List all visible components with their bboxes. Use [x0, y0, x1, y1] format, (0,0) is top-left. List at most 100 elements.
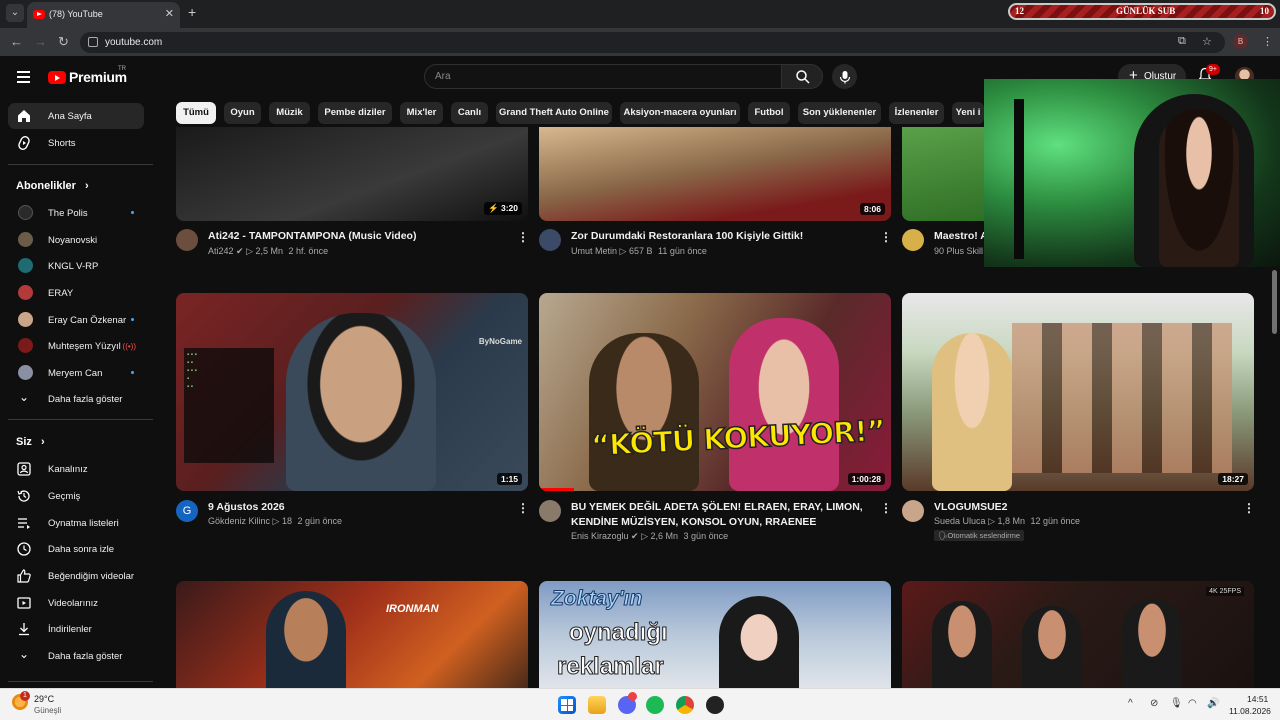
channel-name[interactable]: Umut Metin [571, 246, 617, 256]
obs-icon[interactable] [706, 696, 724, 714]
video-menu-icon[interactable]: ⋮ [517, 230, 529, 244]
channel-name[interactable]: Enis Kirazoglu [571, 531, 629, 541]
chip-soap-operas[interactable]: Pembe diziler [318, 102, 392, 124]
chip-recently-uploaded[interactable]: Son yüklenenler [798, 102, 881, 124]
search-input[interactable]: Ara [424, 64, 782, 89]
search-button[interactable] [781, 64, 823, 89]
sidebar-sub-noyanovski[interactable]: Noyanovski [8, 227, 144, 253]
weather-temperature[interactable]: 29°C [34, 694, 54, 704]
volume-icon[interactable]: 🔊 [1207, 698, 1219, 709]
site-info-icon[interactable] [88, 37, 98, 47]
channel-avatar[interactable]: G [176, 500, 198, 522]
browser-menu-icon[interactable]: ⋮ [1262, 35, 1273, 48]
chip-gta-online[interactable]: Grand Theft Auto Online [496, 102, 612, 124]
sidebar-item-playlists[interactable]: Oynatma listeleri [8, 510, 144, 536]
sidebar-item-watch-later[interactable]: Daha sonra izle [8, 536, 144, 562]
tab-search-button[interactable]: ⌄ [6, 4, 24, 22]
sidebar-item-shorts[interactable]: Shorts [8, 130, 144, 156]
sidebar-item-label: ERAY [48, 288, 74, 299]
video-thumbnail[interactable]: 4K 25FPS [902, 581, 1254, 688]
microphone-tray-icon[interactable]: 🎙 [1170, 698, 1183, 709]
video-thumbnail[interactable]: 8:06 [539, 127, 891, 221]
chip-all[interactable]: Tümü [176, 102, 216, 124]
windows-start-icon[interactable] [558, 696, 576, 714]
tab-title: (78) YouTube [49, 9, 103, 19]
video-thumbnail[interactable]: Zoktay'ın oynadığı reklamlar [539, 581, 891, 688]
chip-new[interactable]: Yeni i [952, 102, 984, 124]
chip-live[interactable]: Canlı [451, 102, 488, 124]
tray-overflow-icon[interactable]: ^ [1128, 698, 1133, 709]
chip-games[interactable]: Oyun [224, 102, 261, 124]
sidebar-subs-show-more[interactable]: ⌄ Daha fazla göster [8, 386, 144, 412]
chip-football[interactable]: Futbol [748, 102, 790, 124]
guide-menu-icon[interactable] [17, 71, 30, 86]
sidebar-sub-eray-can-ozkenar[interactable]: Eray Can Özkenar [8, 307, 144, 333]
video-menu-icon[interactable]: ⋮ [880, 230, 892, 244]
video-menu-icon[interactable]: ⋮ [880, 501, 892, 515]
page-scrollbar[interactable] [1272, 270, 1277, 334]
reload-icon[interactable]: ↻ [58, 34, 69, 50]
sidebar-item-your-videos[interactable]: Videolarınız [8, 590, 144, 616]
channel-avatar[interactable] [176, 229, 198, 251]
channel-avatar[interactable] [902, 229, 924, 251]
you-header[interactable]: Siz › [16, 436, 45, 448]
video-title[interactable]: Zor Durumdaki Restoranlara 100 Kişiyle G… [571, 229, 871, 244]
video-icon [17, 597, 31, 609]
browser-profile-avatar[interactable]: B [1233, 34, 1248, 49]
sidebar-item-your-channel[interactable]: Kanalınız [8, 456, 144, 482]
channel-avatar[interactable] [539, 500, 561, 522]
shorts-icon: ⚡ [488, 203, 501, 213]
sidebar-sub-muhtesem-yuzyil[interactable]: Muhteşem Yüzyıl ((•)) [8, 333, 144, 359]
video-title[interactable]: Maestro! A [934, 229, 984, 244]
bookmark-star-icon[interactable]: ☆ [1202, 35, 1212, 48]
channel-name[interactable]: Sueda Ulucа [934, 516, 986, 526]
video-duration: 1:15 [496, 473, 522, 485]
video-title[interactable]: BU YEMEK DEĞİL ADETA ŞÖLEN! ELRAEN, ERAY… [571, 500, 871, 530]
voice-search-button[interactable] [832, 64, 857, 89]
video-thumbnail[interactable] [902, 127, 984, 221]
subscriptions-header[interactable]: Abonelikler › [16, 180, 89, 192]
file-explorer-icon[interactable] [588, 696, 606, 714]
close-tab-icon[interactable]: ✕ [165, 7, 174, 20]
video-thumbnail[interactable]: IRONMAN [176, 581, 528, 688]
video-title[interactable]: Ati242 - TAMPONTAMPONA (Music Video) [208, 229, 508, 244]
video-thumbnail[interactable]: ▪ ▪ ▪ ▪ ▪ ▪ ▪ ▪ ▪ ▪ ▪ ByNoGame 1:15 [176, 293, 528, 491]
browser-tab[interactable]: (78) YouTube ✕ [27, 2, 180, 28]
video-menu-icon[interactable]: ⋮ [517, 501, 529, 515]
channel-name[interactable]: Ati242 [208, 246, 234, 256]
channel-avatar[interactable] [902, 500, 924, 522]
sidebar-sub-meryem-can[interactable]: Meryem Can [8, 360, 144, 386]
channel-avatar[interactable] [539, 229, 561, 251]
install-app-icon[interactable]: ⧉ [1178, 35, 1186, 48]
video-thumbnail[interactable]: 18:27 [902, 293, 1254, 491]
back-icon[interactable]: ← [10, 34, 23, 49]
new-tab-button[interactable]: + [188, 4, 196, 20]
spotify-icon[interactable] [646, 696, 664, 714]
sidebar-divider [8, 419, 153, 420]
video-title[interactable]: VLOGUMSUE2 [934, 500, 1234, 515]
video-menu-icon[interactable]: ⋮ [1243, 501, 1255, 515]
sidebar-item-downloads[interactable]: İndirilenler [8, 616, 144, 642]
sidebar-item-home[interactable]: Ana Sayfa [8, 103, 144, 129]
chip-mixes[interactable]: Mix'ler [400, 102, 443, 124]
sidebar-sub-the-polis[interactable]: The Polis [8, 200, 144, 226]
network-icon[interactable]: ⊘ [1150, 698, 1158, 709]
sidebar-you-show-more[interactable]: ⌄ Daha fazla göster [8, 643, 144, 669]
video-thumbnail[interactable]: ⚡ 3:20 [176, 127, 528, 221]
chip-action-adventure[interactable]: Aksiyon-macera oyunları [620, 102, 740, 124]
chip-music[interactable]: Müzik [269, 102, 310, 124]
video-thumbnail[interactable]: “KÖTÜ KOKUYOR!” 1:00:28 [539, 293, 891, 491]
forward-icon[interactable]: → [34, 34, 47, 49]
clock-time[interactable]: 14:51 [1247, 694, 1268, 704]
sidebar-sub-eray[interactable]: ERAY [8, 280, 144, 306]
chip-watched[interactable]: İzlenenler [889, 102, 944, 124]
chrome-icon[interactable] [676, 696, 694, 714]
sidebar-item-liked-videos[interactable]: Beğendiğim videolar [8, 563, 144, 589]
address-bar[interactable]: youtube.com ⧉ ☆ [80, 32, 1225, 53]
channel-name[interactable]: 90 Plus Skill [934, 246, 984, 256]
wifi-icon[interactable]: ◠ [1188, 698, 1197, 709]
channel-name[interactable]: Gökdeniz Kilinc [208, 516, 270, 526]
sidebar-item-history[interactable]: Geçmiş [8, 483, 144, 509]
sidebar-sub-kngl[interactable]: KNGL V-RP [8, 253, 144, 279]
video-title[interactable]: 9 Ağustos 2026 [208, 500, 508, 515]
